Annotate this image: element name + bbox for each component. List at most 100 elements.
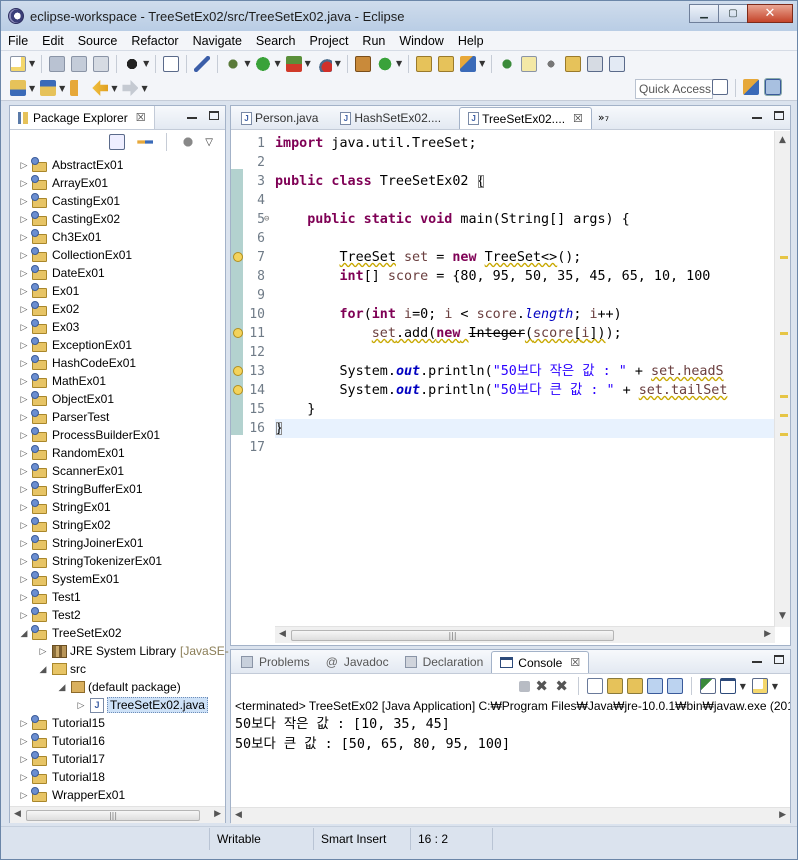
close-icon[interactable]: ☒: [570, 656, 580, 669]
scroll-right-icon[interactable]: ▶: [779, 810, 786, 820]
new-java-project-icon[interactable]: [354, 55, 371, 72]
expand-arrow-icon[interactable]: ▷: [18, 718, 30, 729]
expand-arrow-icon[interactable]: ▷: [18, 448, 30, 459]
collapse-arrow-icon[interactable]: ◢: [56, 682, 68, 693]
tree-item-tutorial15[interactable]: ▷ Tutorial15: [10, 714, 234, 732]
menu-project[interactable]: Project: [303, 34, 356, 48]
clear-console-icon[interactable]: [586, 678, 603, 694]
tree-item-ex02[interactable]: ▷ Ex02: [10, 300, 234, 318]
filters-icon[interactable]: [180, 134, 197, 150]
maximize-view-icon[interactable]: [774, 655, 784, 664]
editor-horizontal-scrollbar[interactable]: ◀ ||| ▶: [275, 626, 775, 643]
code-line[interactable]: }: [275, 419, 283, 438]
external-tools-icon[interactable]: [315, 55, 332, 72]
view-menu-icon[interactable]: ▽: [205, 137, 213, 148]
overview-warning-marker[interactable]: [780, 395, 788, 398]
minimize-view-icon[interactable]: [752, 117, 762, 119]
expand-arrow-icon[interactable]: ▷: [18, 556, 30, 567]
tree-item-parsertest[interactable]: ▷ ParserTest: [10, 408, 234, 426]
expand-arrow-icon[interactable]: ▷: [18, 196, 30, 207]
save-all-icon[interactable]: [71, 55, 88, 72]
tree-item-ch3ex01[interactable]: ▷ Ch3Ex01: [10, 228, 234, 246]
java-perspective-icon[interactable]: [764, 78, 782, 96]
code-line[interactable]: for(int i=0; i < score.length; i++): [275, 305, 622, 324]
tree-item-arrayex01[interactable]: ▷ ArrayEx01: [10, 174, 234, 192]
tab-overflow-icon[interactable]: »₇: [598, 111, 609, 124]
remove-launch-icon[interactable]: ✖: [534, 678, 550, 694]
show-on-error-icon[interactable]: [666, 678, 683, 694]
expand-arrow-icon[interactable]: ▷: [18, 178, 30, 189]
tree-item-scannerex01[interactable]: ▷ ScannerEx01: [10, 462, 234, 480]
tree-item-wrapperex01[interactable]: ▷ WrapperEx01: [10, 786, 234, 804]
expand-arrow-icon[interactable]: ▷: [18, 358, 30, 369]
code-line[interactable]: }: [275, 400, 315, 419]
next-annotation-icon[interactable]: [499, 55, 516, 72]
scroll-up-icon[interactable]: ▲: [779, 135, 786, 145]
expand-arrow-icon[interactable]: ▷: [18, 412, 30, 423]
tree-item-stringex01[interactable]: ▷ StringEx01: [10, 498, 234, 516]
tab-javadoc[interactable]: @ Javadoc: [318, 651, 397, 673]
expand-arrow-icon[interactable]: ▷: [18, 520, 30, 531]
quick-access-input[interactable]: Quick Access: [635, 79, 713, 99]
tree-item-exceptionex01[interactable]: ▷ ExceptionEx01: [10, 336, 234, 354]
next-edit-icon[interactable]: [10, 80, 26, 96]
tree-item-processbuilderex01[interactable]: ▷ ProcessBuilderEx01: [10, 426, 234, 444]
expand-arrow-icon[interactable]: ▷: [18, 430, 30, 441]
print-icon[interactable]: [93, 55, 110, 72]
overview-warning-marker[interactable]: [780, 256, 788, 259]
open-console-icon[interactable]: [751, 678, 768, 694]
save-icon[interactable]: [49, 55, 66, 72]
expand-arrow-icon[interactable]: ▷: [18, 160, 30, 171]
terminate-icon[interactable]: [518, 680, 530, 692]
tree-item-test1[interactable]: ▷ Test1: [10, 588, 234, 606]
menu-edit[interactable]: Edit: [35, 34, 71, 48]
collapse-arrow-icon[interactable]: ◢: [37, 664, 49, 675]
tree-item-objectex01[interactable]: ▷ ObjectEx01: [10, 390, 234, 408]
new-icon[interactable]: [10, 55, 26, 72]
expand-arrow-icon[interactable]: ▷: [18, 574, 30, 585]
expand-arrow-icon[interactable]: ▷: [37, 646, 49, 657]
maximize-button[interactable]: ▢: [718, 4, 748, 23]
menu-help[interactable]: Help: [451, 34, 491, 48]
overview-warning-marker[interactable]: [780, 433, 788, 436]
tree-item-castingex01[interactable]: ▷ CastingEx01: [10, 192, 234, 210]
collapse-arrow-icon[interactable]: ◢: [18, 628, 30, 639]
java-ee-perspective-icon[interactable]: [743, 79, 759, 95]
scroll-left-icon[interactable]: ◀: [279, 629, 286, 639]
minimize-view-icon[interactable]: [752, 661, 762, 663]
close-icon[interactable]: ☒: [136, 111, 146, 124]
debug-icon[interactable]: [225, 55, 242, 72]
expand-arrow-icon[interactable]: ▷: [18, 790, 30, 801]
scroll-left-icon[interactable]: ◀: [235, 810, 242, 820]
run-icon[interactable]: [255, 55, 272, 72]
code-line[interactable]: import java.util.TreeSet;: [275, 134, 477, 153]
pilcrow-icon[interactable]: [609, 55, 626, 72]
menu-navigate[interactable]: Navigate: [186, 34, 249, 48]
tree-item-stringex02[interactable]: ▷ StringEx02: [10, 516, 234, 534]
tab-declaration[interactable]: Declaration: [397, 651, 492, 673]
menu-file[interactable]: File: [1, 34, 35, 48]
scroll-thumb[interactable]: |||: [291, 630, 614, 641]
show-on-output-icon[interactable]: [646, 678, 663, 694]
code-line[interactable]: set.add(new Integer(score[i]));: [275, 324, 622, 343]
tree-item-castingex02[interactable]: ▷ CastingEx02: [10, 210, 234, 228]
scroll-right-icon[interactable]: ▶: [764, 629, 771, 639]
code-line[interactable]: public static void main(String[] args) {: [275, 210, 630, 229]
pin-console-icon[interactable]: [699, 678, 716, 694]
expand-arrow-icon[interactable]: ▷: [18, 286, 30, 297]
back-arrow-icon[interactable]: [92, 80, 109, 96]
maximize-view-icon[interactable]: [209, 111, 219, 120]
toggle-breakpoint-icon[interactable]: [194, 55, 211, 72]
open-perspective-icon[interactable]: [712, 79, 728, 95]
maximize-view-icon[interactable]: [774, 111, 784, 120]
code-editor[interactable]: 1 2 3 4 5 6 7 8 9 10 11 12 13 14 15 16 17 import java.uti…: [231, 131, 775, 609]
close-icon[interactable]: ☒: [573, 112, 583, 125]
tree-item-tutorial16[interactable]: ▷ Tutorial16: [10, 732, 234, 750]
tree-item-treesetex02-java[interactable]: ▷ J TreeSetEx02.java: [10, 696, 234, 714]
word-wrap-icon[interactable]: [543, 55, 560, 72]
expand-arrow-icon[interactable]: ▷: [18, 250, 30, 261]
fold-collapse-icon[interactable]: ⊖: [264, 214, 269, 224]
tab-hashsetex02[interactable]: J HashSetEx02....: [332, 107, 449, 129]
user-icon[interactable]: [124, 55, 141, 72]
tree-item-randomex01[interactable]: ▷ RandomEx01: [10, 444, 234, 462]
